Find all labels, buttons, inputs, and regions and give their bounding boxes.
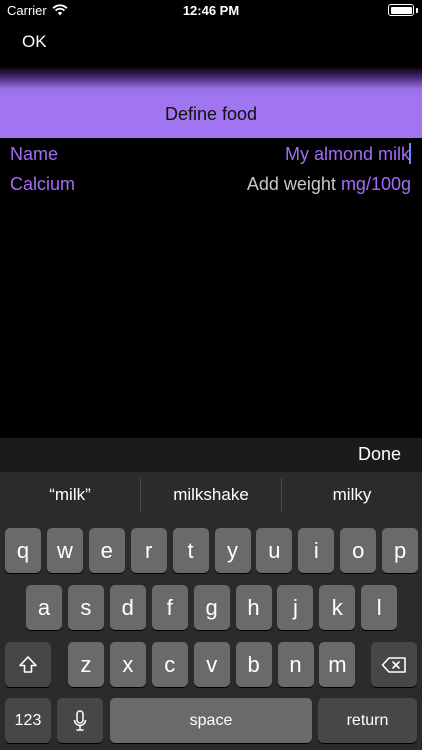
key-j[interactable]: j (277, 585, 314, 630)
done-button[interactable]: Done (358, 444, 401, 465)
numbers-key[interactable]: 123 (5, 698, 51, 743)
key-n[interactable]: n (277, 642, 314, 687)
calcium-weight-field[interactable]: Add weight mg/100g (247, 174, 411, 195)
key-z[interactable]: z (68, 642, 104, 687)
suggestion-item[interactable]: milky (282, 472, 422, 518)
suggestion-item[interactable]: “milk” (0, 472, 140, 518)
suggestion-bar: “milk” milkshake milky (0, 472, 422, 518)
space-key[interactable]: space (110, 698, 312, 743)
microphone-icon (73, 709, 87, 731)
key-v[interactable]: v (193, 642, 230, 687)
key-a[interactable]: a (26, 585, 62, 630)
key-c[interactable]: c (151, 642, 188, 687)
key-g[interactable]: g (193, 585, 230, 630)
calcium-label: Calcium (10, 174, 76, 194)
calcium-unit: mg/100g (340, 174, 411, 194)
status-bar: Carrier 12:46 PM (0, 0, 422, 22)
key-y[interactable]: y (214, 528, 251, 573)
backspace-key[interactable] (371, 642, 417, 687)
key-l[interactable]: l (361, 585, 398, 630)
battery-level-fill (390, 6, 412, 14)
return-key[interactable]: return (318, 698, 417, 743)
shift-key[interactable] (5, 642, 51, 687)
microphone-key[interactable] (57, 698, 103, 743)
calcium-row[interactable]: Calcium Add weight mg/100g (0, 170, 422, 198)
keyboard-accessory-bar: Done (0, 438, 422, 472)
battery-tip (416, 8, 418, 13)
name-input[interactable] (170, 142, 410, 166)
suggestion-item[interactable]: milkshake (141, 472, 281, 518)
battery-icon (388, 4, 414, 16)
ok-button[interactable]: OK (22, 32, 47, 52)
page-title: Define food (164, 104, 258, 124)
key-s[interactable]: s (67, 585, 104, 630)
key-b[interactable]: b (235, 642, 272, 687)
key-i[interactable]: i (298, 528, 335, 573)
keyboard: “milk” milkshake milky qwertyuiop asdfghj… (0, 472, 422, 750)
header-band (0, 66, 422, 138)
key-p[interactable]: p (382, 528, 419, 573)
key-x[interactable]: x (109, 642, 146, 687)
key-e[interactable]: e (88, 528, 125, 573)
key-f[interactable]: f (151, 585, 188, 630)
shift-icon (19, 655, 37, 673)
key-k[interactable]: k (319, 585, 356, 630)
calcium-weight-placeholder: Add weight (246, 174, 336, 194)
name-row[interactable]: Name (0, 140, 422, 168)
key-t[interactable]: t (172, 528, 209, 573)
text-cursor (409, 143, 411, 164)
key-d[interactable]: d (109, 585, 146, 630)
key-q[interactable]: q (5, 528, 41, 573)
name-label: Name (10, 144, 59, 164)
key-w[interactable]: w (46, 528, 83, 573)
key-o[interactable]: o (340, 528, 377, 573)
key-h[interactable]: h (235, 585, 272, 630)
key-u[interactable]: u (256, 528, 293, 573)
backspace-icon (381, 656, 406, 673)
status-time: 12:46 PM (182, 3, 240, 18)
key-m[interactable]: m (319, 642, 356, 687)
key-r[interactable]: r (130, 528, 167, 573)
